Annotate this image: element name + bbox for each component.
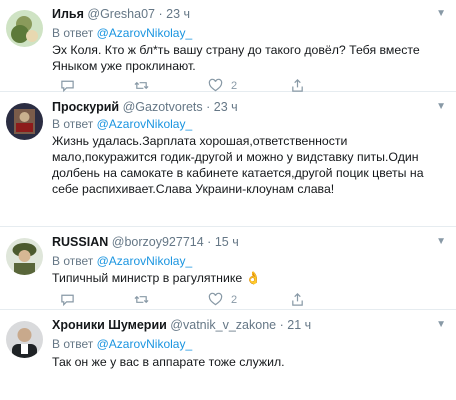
reply-context: В ответ @AzarovNikolay_ (52, 117, 192, 131)
author-handle[interactable]: @vatnik_v_zakone (170, 318, 276, 332)
author-handle[interactable]: @Gazotvorets (123, 100, 203, 114)
reply-mention-link[interactable]: @AzarovNikolay_ (97, 117, 193, 131)
reply-prefix: В ответ (52, 337, 94, 351)
author-name[interactable]: Илья (52, 7, 84, 21)
like-count: 2 (231, 79, 238, 92)
tweet-time[interactable]: 23 ч (166, 7, 190, 21)
separator-dot: · (279, 318, 284, 332)
like-count: 2 (231, 293, 238, 306)
reply-prefix: В ответ (52, 117, 94, 131)
author-name[interactable]: Проскурий (52, 100, 119, 114)
tweet-time[interactable]: 15 ч (215, 235, 239, 249)
reply-context: В ответ @AzarovNikolay_ (52, 337, 192, 351)
reply-mention-link[interactable]: @AzarovNikolay_ (97, 26, 193, 40)
reply-button[interactable] (60, 292, 75, 307)
avatar[interactable] (6, 238, 43, 275)
tweet[interactable]: RUSSIAN @borzoy927714 · 15 ч ▼ В ответ @… (0, 228, 456, 310)
tweet[interactable]: Проскурий @Gazotvorets · 23 ч ▼ В ответ … (0, 93, 456, 227)
chevron-down-icon[interactable]: ▼ (436, 101, 446, 112)
share-button[interactable] (290, 78, 305, 93)
like-button[interactable]: 2 (208, 292, 237, 307)
tweet-text: Типичный министр в рагулятнике 👌 (52, 271, 261, 285)
reply-context: В ответ @AzarovNikolay_ (52, 254, 192, 268)
tweet-actions: 2 (52, 292, 372, 308)
share-icon (292, 293, 303, 306)
separator-dot: · (206, 100, 211, 114)
tweet-time[interactable]: 23 ч (214, 100, 238, 114)
retweet-icon (134, 81, 149, 90)
reply-icon (61, 80, 74, 93)
author-name[interactable]: Хроники Шумерии (52, 318, 167, 332)
tweet[interactable]: Илья @Gresha07 · 23 ч ▼ В ответ @AzarovN… (0, 0, 456, 94)
reply-prefix: В ответ (52, 26, 94, 40)
reply-mention-link[interactable]: @AzarovNikolay_ (97, 254, 193, 268)
reply-mention-link[interactable]: @AzarovNikolay_ (97, 337, 193, 351)
chevron-down-icon[interactable]: ▼ (436, 236, 446, 247)
tweet-time[interactable]: 21 ч (287, 318, 311, 332)
retweet-icon (134, 295, 149, 304)
author-handle[interactable]: @Gresha07 (87, 7, 155, 21)
reply-icon (61, 294, 74, 307)
reply-context: В ответ @AzarovNikolay_ (52, 26, 192, 40)
share-icon (292, 79, 303, 92)
tweet-text: Так он же у вас в аппарате тоже служил. (52, 355, 285, 369)
reply-prefix: В ответ (52, 254, 94, 268)
reply-button[interactable] (60, 78, 75, 93)
retweet-button[interactable] (134, 292, 149, 307)
author-handle[interactable]: @borzoy927714 (112, 235, 204, 249)
chevron-down-icon[interactable]: ▼ (436, 319, 446, 330)
tweet-text: Жизнь удалась.Зарплата хорошая,ответстве… (52, 134, 424, 196)
retweet-button[interactable] (134, 78, 149, 93)
avatar[interactable] (6, 10, 43, 47)
tweet-actions: 2 (52, 78, 372, 94)
author-name[interactable]: RUSSIAN (52, 235, 108, 249)
share-button[interactable] (290, 292, 305, 307)
avatar[interactable] (6, 321, 43, 358)
separator-dot: · (207, 235, 212, 249)
tweet[interactable]: Хроники Шумерии @vatnik_v_zakone · 21 ч … (0, 311, 456, 400)
avatar[interactable] (6, 103, 43, 140)
separator-dot: · (158, 7, 163, 21)
like-icon (208, 78, 223, 92)
chevron-down-icon[interactable]: ▼ (436, 8, 446, 19)
tweet-text: Эх Коля. Кто ж бл*ть вашу страну до тако… (52, 43, 420, 73)
like-icon (208, 292, 223, 306)
like-button[interactable]: 2 (208, 78, 237, 93)
